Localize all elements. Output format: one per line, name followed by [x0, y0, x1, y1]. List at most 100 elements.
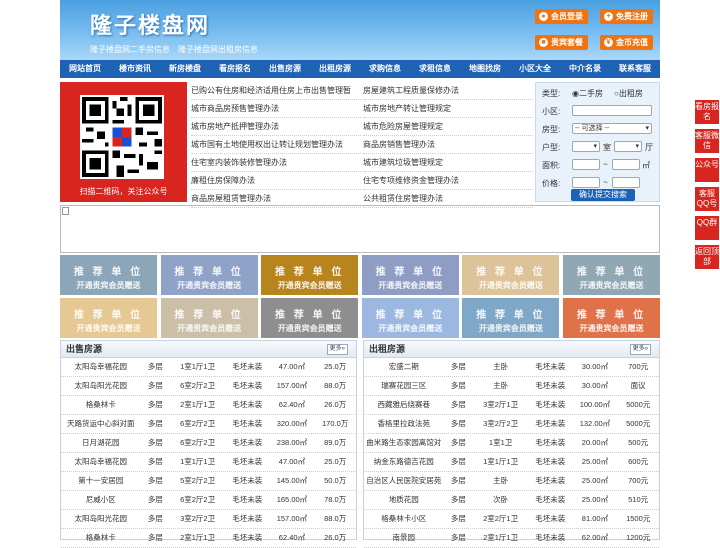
side-button[interactable]: 客服微信 [695, 129, 719, 153]
listing-row[interactable]: 天路货运中心斜对面 多层 6室2厅2卫 毛坯未装 320.00㎡ 170.0万 [61, 415, 356, 434]
price-min-input[interactable] [572, 177, 600, 188]
hall-select[interactable]: ▾ [614, 141, 642, 152]
site-logo[interactable]: 隆子楼盘网 [90, 8, 210, 40]
nav-item[interactable]: 出售房源 [260, 60, 310, 78]
news-link[interactable]: 城市危险房屋管理规定 [363, 118, 533, 136]
nav-item[interactable]: 地图找房 [460, 60, 510, 78]
side-button[interactable]: 看房报名 [695, 100, 719, 124]
recommend-ad-slot[interactable]: 推 荐 单 位开通贵宾会员赠送 [361, 255, 459, 295]
listing-row[interactable]: 太阳岛阳光花园 多层 3室2厅2卫 毛坯未装 157.00㎡ 88.0万 [61, 510, 356, 529]
news-link[interactable]: 城市房地产抵押管理办法 [191, 118, 361, 136]
nav-item[interactable]: 求租信息 [410, 60, 460, 78]
news-link[interactable]: 城市建筑垃圾管理规定 [363, 154, 533, 172]
listing-row[interactable]: 西藏雅后绕赛巷 多层 3室2厅1卫 毛坯未装 100.00㎡ 5000元 [364, 396, 659, 415]
listing-row[interactable]: 太阳岛阳光花园 多层 6室2厅2卫 毛坯未装 157.00㎡ 88.0万 [61, 377, 356, 396]
radio-rental[interactable]: ○出租房 [614, 88, 643, 99]
style-select[interactable]: -- 可选择 -- ▾ [572, 123, 652, 134]
size-min-input[interactable] [572, 159, 600, 170]
recharge-button[interactable]: ¥ 金币充值 [600, 35, 653, 50]
rent-more-link[interactable]: 更多» [629, 344, 651, 355]
chevron-down-icon: ▾ [635, 143, 639, 150]
news-link[interactable]: 城市国有土地使用权出让转让规划管理办法 [191, 136, 361, 154]
listing-cell: 毛坯未装 [535, 419, 566, 428]
recommend-ad-slot[interactable]: 推 荐 单 位开通贵宾会员赠送 [261, 298, 359, 338]
nav-item[interactable]: 中介名录 [560, 60, 610, 78]
ad-subtitle: 开通贵宾会员赠送 [277, 281, 342, 290]
listing-row[interactable]: 宏盛二期 多层 主卧 毛坯未装 30.00㎡ 700元 [364, 358, 659, 377]
nav-item[interactable]: 新房楼盘 [160, 60, 210, 78]
listing-cell: 1200元 [626, 533, 651, 542]
recommend-ad-slot[interactable]: 推 荐 单 位开通贵宾会员赠送 [563, 255, 660, 295]
ad-subtitle: 开通贵宾会员赠送 [579, 324, 644, 333]
listing-row[interactable]: 纳金东路德吉花园 多层 1室1厅1卫 毛坯未装 25.00㎡ 600元 [364, 453, 659, 472]
listing-row[interactable]: 南景园 多层 2室1厅1卫 毛坯未装 62.00㎡ 1200元 [364, 529, 659, 548]
recommend-ad-slot[interactable]: 推 荐 单 位开通贵宾会员赠送 [261, 255, 359, 295]
listing-row[interactable]: 瑞赛花园三区 多层 主卧 毛坯未装 30.00㎡ 面议 [364, 377, 659, 396]
side-button[interactable]: 返回顶部 [695, 245, 719, 269]
nav-item[interactable]: 网站首页 [60, 60, 110, 78]
listing-cell: 毛坯未装 [232, 514, 263, 523]
listing-row[interactable]: 太阳岛幸福花园 多层 1室1厅1卫 毛坯未装 47.00㎡ 25.0万 [61, 453, 356, 472]
banner-image-placeholder[interactable] [60, 205, 660, 253]
recommend-ad-slot[interactable]: 推 荐 单 位开通贵宾会员赠送 [563, 298, 660, 338]
news-link[interactable]: 廉租住房保障办法 [191, 172, 361, 190]
listing-cell: 毛坯未装 [232, 438, 263, 447]
listing-row[interactable]: 格桑林卡 多层 2室1厅1卫 毛坯未装 62.40㎡ 26.0万 [61, 529, 356, 548]
listing-row[interactable]: 太阳岛幸福花园 多层 1室1厅1卫 毛坯未装 47.00㎡ 25.0万 [61, 358, 356, 377]
news-link[interactable]: 商品房销售管理办法 [363, 136, 533, 154]
listing-row[interactable]: 格桑林卡小区 多层 2室2厅1卫 毛坯未装 81.00㎡ 1500元 [364, 510, 659, 529]
nav-item[interactable]: 求购信息 [360, 60, 410, 78]
price-max-input[interactable] [612, 177, 640, 188]
search-submit-button[interactable]: 确认提交搜索 [571, 189, 635, 201]
recommend-ad-slot[interactable]: 推 荐 单 位开通贵宾会员赠送 [361, 298, 459, 338]
listing-row[interactable]: 格桑林卡 多层 2室1厅1卫 毛坯未装 62.40㎡ 26.0万 [61, 396, 356, 415]
nav-item[interactable]: 楼市资讯 [110, 60, 160, 78]
recommend-ad-slot[interactable]: 推 荐 单 位开通贵宾会员赠送 [60, 298, 157, 338]
room-select[interactable]: ▾ [572, 141, 600, 152]
recommend-ad-slot[interactable]: 推 荐 单 位开通贵宾会员赠送 [160, 255, 258, 295]
listing-cell: 5000元 [626, 419, 651, 428]
nav-item[interactable]: 联系客服 [610, 60, 660, 78]
recommend-ad-slot[interactable]: 推 荐 单 位开通贵宾会员赠送 [462, 255, 560, 295]
listing-row[interactable]: 第十一安居园 多层 5室2厅2卫 毛坯未装 145.00㎡ 50.0万 [61, 472, 356, 491]
recommend-ad-slot[interactable]: 推 荐 单 位开通贵宾会员赠送 [160, 298, 258, 338]
area-input[interactable] [572, 105, 652, 116]
nav-item[interactable]: 出租房源 [310, 60, 360, 78]
layout-label: 户型: [542, 143, 561, 152]
listing-row[interactable]: 香格里拉政法苑 多层 3室2厅2卫 毛坯未装 132.00㎡ 5000元 [364, 415, 659, 434]
listing-cell: 6室2厅2卫 [180, 381, 216, 390]
size-max-input[interactable] [612, 159, 640, 170]
nav-item[interactable]: 小区大全 [510, 60, 560, 78]
register-button[interactable]: + 免费注册 [600, 9, 653, 24]
listing-row[interactable]: 自治区人民医院安居苑 多层 主卧 毛坯未装 25.00㎡ 700元 [364, 472, 659, 491]
news-link[interactable]: 城市房地产转让管理规定 [363, 100, 533, 118]
vip-package-button[interactable]: ■ 贵宾套餐 [535, 35, 588, 50]
listing-row[interactable]: 地质花园 多层 次卧 毛坯未装 25.00㎡ 510元 [364, 491, 659, 510]
news-link[interactable]: 住宅专项维修资金管理办法 [363, 172, 533, 190]
listing-row[interactable]: 尼威小区 多层 6室2厅2卫 毛坯未装 165.00㎡ 78.0万 [61, 491, 356, 510]
news-link[interactable]: 住宅室内装饰装修管理办法 [191, 154, 361, 172]
side-button[interactable]: 客服QQ号 [695, 187, 719, 211]
listing-cell: 510元 [628, 495, 649, 504]
recommend-ad-slot[interactable]: 推 荐 单 位开通贵宾会员赠送 [60, 255, 157, 295]
side-button[interactable]: QQ群 [695, 216, 719, 240]
nav-item[interactable]: 看房报名 [210, 60, 260, 78]
news-link[interactable]: 房屋建筑工程质量保修办法 [363, 82, 533, 100]
listing-cell: 88.0万 [324, 514, 347, 523]
news-link[interactable]: 已购公有住房和经济适用住房上市出售管理暂 [191, 82, 361, 100]
listing-cell: 太阳岛幸福花园 [74, 457, 127, 466]
sale-more-link[interactable]: 更多» [326, 344, 348, 355]
listing-cell: 多层 [147, 495, 163, 504]
login-button[interactable]: ● 会员登录 [535, 9, 588, 24]
radio-secondhand[interactable]: ◉二手房 [572, 88, 603, 99]
news-link[interactable]: 城市商品房预售管理办法 [191, 100, 361, 118]
recommend-ad-slot[interactable]: 推 荐 单 位开通贵宾会员赠送 [462, 298, 560, 338]
listing-cell: 25.00㎡ [581, 457, 609, 466]
listing-cell: 6室2厅2卫 [180, 438, 216, 447]
listing-cell: 西藏雅后绕赛巷 [377, 400, 430, 409]
listing-cell: 47.00㎡ [278, 457, 306, 466]
listing-row[interactable]: 曲米路生态家园离馆对 多层 1室1卫 毛坯未装 20.00㎡ 500元 [364, 434, 659, 453]
side-button[interactable]: 公众号 [695, 158, 719, 182]
listing-row[interactable]: 日月湖花园 多层 6室2厅2卫 毛坯未装 238.00㎡ 89.0万 [61, 434, 356, 453]
listing-cell: 3室2厅2卫 [180, 514, 216, 523]
